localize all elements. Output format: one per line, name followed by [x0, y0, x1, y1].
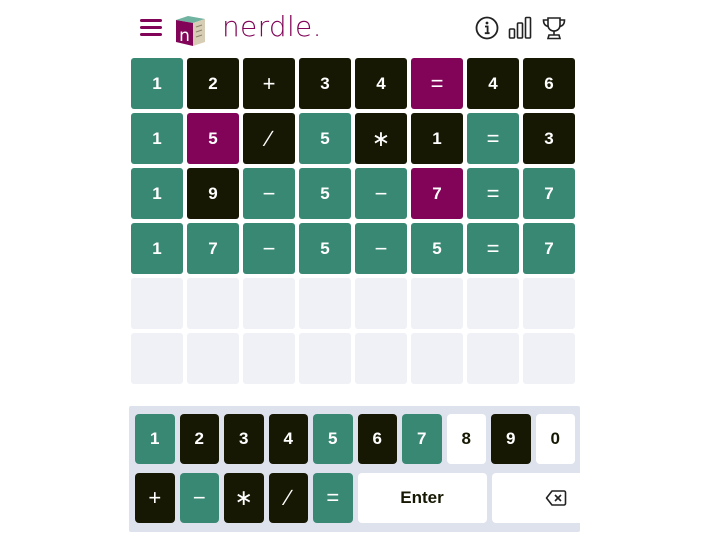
key-multiply[interactable]: ∗ — [224, 473, 264, 523]
keyboard-digit-row: 1234567890 — [135, 414, 575, 464]
board-cell: 4 — [467, 58, 519, 109]
board-cell: − — [355, 223, 407, 274]
key-1[interactable]: 1 — [135, 414, 175, 464]
board-cell-empty — [243, 333, 295, 384]
board-cell: 5 — [411, 223, 463, 274]
enter-button[interactable]: Enter — [357, 473, 487, 523]
logo-text: nerdle. — [222, 10, 322, 43]
on-screen-keyboard: 1234567890 + − ∗ ∕ = Enter — [129, 406, 621, 532]
key-6[interactable]: 6 — [357, 414, 397, 464]
board-row: 1 9−5−7 = 7 — [131, 168, 575, 219]
key-9[interactable]: 9 — [491, 414, 531, 464]
board-cell: 1 — [131, 223, 183, 274]
board-cell: 4 — [355, 58, 407, 109]
board-cell: = — [467, 168, 519, 219]
key-minus[interactable]: − — [179, 473, 219, 523]
key-5[interactable]: 5 — [313, 414, 353, 464]
board-cell: − — [355, 168, 407, 219]
board-row — [131, 333, 575, 384]
key-7[interactable]: 7 — [402, 414, 442, 464]
board-cell-empty — [467, 333, 519, 384]
board-cell-empty — [131, 333, 183, 384]
key-equals[interactable]: = — [313, 473, 353, 523]
trophy-icon[interactable] — [540, 14, 568, 42]
backspace-button[interactable] — [491, 473, 621, 523]
board-cell-empty — [299, 278, 351, 329]
key-8[interactable]: 8 — [446, 414, 486, 464]
board-cell-empty — [187, 333, 239, 384]
board-cell-empty — [523, 278, 575, 329]
bar-chart-icon[interactable] — [506, 14, 534, 42]
board-cell-empty — [523, 333, 575, 384]
info-icon[interactable] — [473, 14, 501, 42]
board-cell: 2 — [187, 58, 239, 109]
board-cell-empty — [411, 333, 463, 384]
logo-cube-icon: n — [176, 16, 205, 46]
board-cell: 7 — [187, 223, 239, 274]
board-cell: 5 — [299, 168, 351, 219]
board-cell: 5 — [299, 223, 351, 274]
board-cell: + — [243, 58, 295, 109]
board-row — [131, 278, 575, 329]
board-cell: ∕ — [243, 113, 295, 164]
board-cell-empty — [355, 278, 407, 329]
board-cell: ∗ — [355, 113, 407, 164]
board-cell: 7 — [411, 168, 463, 219]
key-divide[interactable]: ∕ — [268, 473, 308, 523]
board-cell: − — [243, 223, 295, 274]
board-cell: 1 — [131, 113, 183, 164]
board-cell-empty — [243, 278, 295, 329]
board-cell: 5 — [299, 113, 351, 164]
board-cell: 5 — [187, 113, 239, 164]
hamburger-menu-icon[interactable] — [140, 19, 162, 37]
board-cell: 1 — [411, 113, 463, 164]
board-cell: 1 — [131, 168, 183, 219]
board-cell: 1 — [131, 58, 183, 109]
key-plus[interactable]: + — [135, 473, 175, 523]
key-0[interactable]: 0 — [535, 414, 575, 464]
board-cell: 6 — [523, 58, 575, 109]
board-row: 1 7−5−5 = 7 — [131, 223, 575, 274]
board-cell: = — [467, 113, 519, 164]
keyboard-operator-row: + − ∗ ∕ = Enter — [135, 473, 621, 523]
board-cell: = — [467, 223, 519, 274]
board-cell-empty — [299, 333, 351, 384]
board-row: 1 2 +3 4 = 4 6 — [131, 58, 575, 109]
key-3[interactable]: 3 — [224, 414, 264, 464]
key-2[interactable]: 2 — [179, 414, 219, 464]
board-cell-empty — [355, 333, 407, 384]
board-cell: − — [243, 168, 295, 219]
board-cell-empty — [187, 278, 239, 329]
game-board: 1 2 +3 4 = 4 6 1 5 ∕ 5 ∗ 1 = 3 1 9−5−7 = 7 1 7−5−5 = 7 — [131, 58, 575, 388]
board-cell-empty — [411, 278, 463, 329]
board-cell: 9 — [187, 168, 239, 219]
backspace-icon — [545, 490, 567, 506]
board-cell: 3 — [299, 58, 351, 109]
header: n nerdle. — [130, 8, 580, 48]
board-cell-empty — [467, 278, 519, 329]
board-row: 1 5 ∕ 5 ∗ 1 = 3 — [131, 113, 575, 164]
key-4[interactable]: 4 — [268, 414, 308, 464]
board-cell-empty — [131, 278, 183, 329]
board-cell: = — [411, 58, 463, 109]
logo-cube-letter: n — [179, 26, 190, 46]
board-cell: 3 — [523, 113, 575, 164]
board-cell: 7 — [523, 168, 575, 219]
board-cell: 7 — [523, 223, 575, 274]
